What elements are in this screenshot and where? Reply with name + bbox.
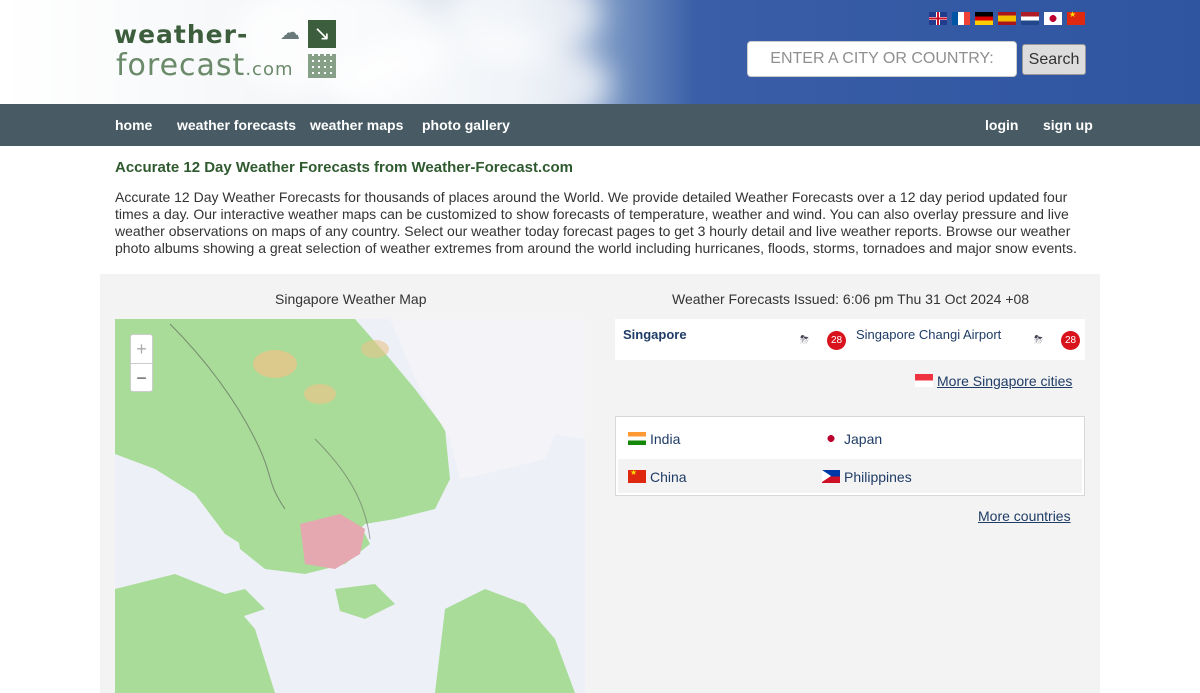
nav-sign-up[interactable]: sign up (1043, 117, 1093, 133)
logo-grid-icon (308, 54, 336, 78)
country-link-philippines[interactable]: Philippines (822, 469, 912, 485)
logo-forecast-text: forecast (116, 48, 246, 83)
country-label: Japan (844, 431, 883, 447)
forecast-panel: Singapore Weather Map Weather Forecasts … (100, 274, 1100, 693)
logo-text-bottom: forecast.com (116, 48, 294, 83)
singapore-flag-icon (915, 374, 933, 387)
nav-login[interactable]: login (985, 117, 1018, 133)
weather-map[interactable]: + − (115, 319, 585, 693)
japan-flag-icon (822, 432, 840, 445)
map-zoom-control: + − (130, 334, 153, 392)
france-flag-icon[interactable] (952, 12, 970, 25)
intro-paragraph: Accurate 12 Day Weather Forecasts for th… (115, 189, 1077, 256)
logo-cloud-icon: ☁ (280, 22, 300, 44)
temperature-badge: 28 (827, 331, 846, 350)
india-flag-icon (628, 432, 646, 445)
site-logo[interactable]: weather- ☁ ↘ forecast.com (114, 18, 340, 83)
logo-arrow-icon: ↘ (308, 20, 336, 48)
search-button[interactable]: Search (1022, 44, 1086, 75)
language-flags (929, 10, 1085, 25)
city-link-singapore[interactable]: Singapore (623, 327, 687, 342)
search-input[interactable] (747, 41, 1017, 77)
city-forecast-box: Singapore ⛈ 28 Singapore Changi Airport … (615, 319, 1085, 360)
map-title: Singapore Weather Map (275, 291, 427, 307)
main-nav: home weather forecasts weather maps phot… (0, 104, 1200, 146)
china-flag-icon[interactable] (1067, 10, 1085, 25)
thunderstorm-icon: ⛈ (1034, 334, 1043, 346)
germany-flag-icon[interactable] (975, 12, 993, 25)
nav-weather-forecasts[interactable]: weather forecasts (177, 117, 296, 133)
city-link-changi-airport[interactable]: Singapore Changi Airport (856, 327, 1001, 342)
zoom-in-button[interactable]: + (131, 335, 152, 363)
nav-weather-maps[interactable]: weather maps (310, 117, 403, 133)
countries-list: India Japan China Philippines (615, 416, 1085, 496)
site-header: weather- ☁ ↘ forecast.com Search (0, 0, 1200, 104)
map-terrain (115, 319, 585, 693)
country-link-india[interactable]: India (628, 431, 680, 447)
logo-dotcom-text: .com (245, 59, 294, 80)
netherlands-flag-icon[interactable] (1021, 12, 1039, 25)
page-title: Accurate 12 Day Weather Forecasts from W… (115, 159, 573, 176)
more-countries-link[interactable]: More countries (978, 508, 1071, 524)
country-label: China (650, 469, 687, 485)
country-label: Philippines (844, 469, 912, 485)
country-link-japan[interactable]: Japan (822, 431, 882, 447)
forecast-issued-text: Weather Forecasts Issued: 6:06 pm Thu 31… (672, 291, 1030, 307)
uk-flag-icon[interactable] (929, 12, 947, 25)
countries-row: China Philippines (618, 459, 1082, 493)
country-label: India (650, 431, 681, 447)
china-flag-icon (628, 468, 646, 483)
country-link-china[interactable]: China (628, 468, 687, 485)
nav-photo-gallery[interactable]: photo gallery (422, 117, 510, 133)
nav-home[interactable]: home (115, 117, 152, 133)
more-singapore-cities-link[interactable]: More Singapore cities (915, 373, 1072, 389)
temperature-badge: 28 (1061, 331, 1080, 350)
more-singapore-cities-label: More Singapore cities (937, 373, 1073, 389)
spain-flag-icon[interactable] (998, 12, 1016, 25)
countries-row: India Japan (618, 421, 1082, 455)
philippines-flag-icon (822, 470, 840, 483)
thunderstorm-icon: ⛈ (800, 334, 809, 346)
japan-flag-icon[interactable] (1044, 12, 1062, 25)
zoom-out-button[interactable]: − (131, 363, 152, 391)
logo-text-top: weather- (114, 20, 249, 49)
